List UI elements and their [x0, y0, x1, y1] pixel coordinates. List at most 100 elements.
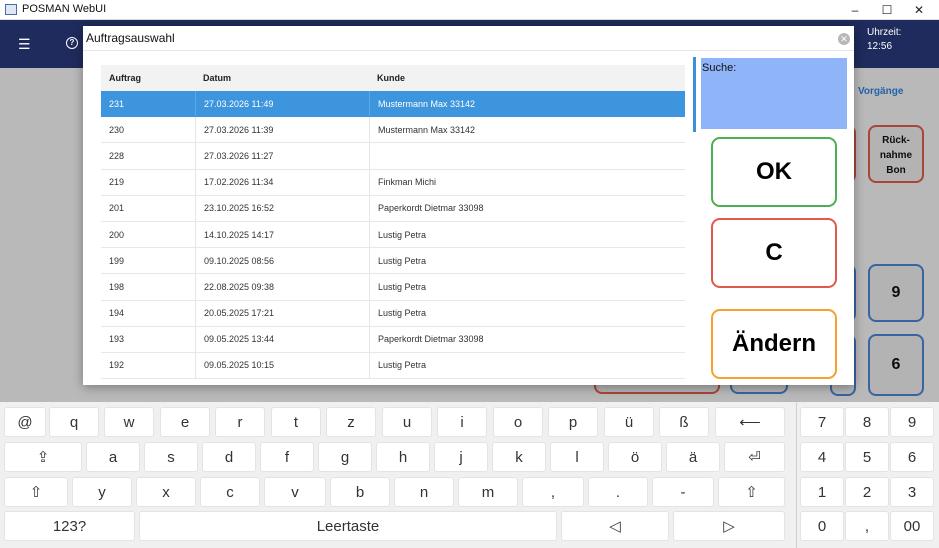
cell-kunde: Paperkordt Dietmar 33098 [369, 326, 484, 352]
key-comma[interactable]: , [522, 477, 584, 507]
cell-auftrag: 228 [109, 150, 125, 161]
cell-datum: 27.03.2026 11:27 [195, 143, 369, 169]
numeric-mode-key[interactable]: 123? [4, 511, 135, 541]
key-c[interactable]: c [200, 477, 260, 507]
numpad-key-6[interactable]: 6 [890, 442, 934, 472]
key-l[interactable]: l [550, 442, 604, 472]
info-icon[interactable]: ? [66, 37, 78, 49]
numpad-key-1[interactable]: 1 [800, 477, 844, 507]
table-row[interactable]: 199 09.10.2025 08:56 Lustig Petra [101, 248, 685, 275]
clear-button[interactable]: C [711, 218, 837, 288]
numpad-key-00[interactable]: 00 [890, 511, 934, 541]
table-row[interactable]: 228 27.03.2026 11:27 [101, 143, 685, 170]
numpad-key-5[interactable]: 5 [845, 442, 889, 472]
backspace-key[interactable]: ⟵ [715, 407, 785, 437]
table-row[interactable]: 230 27.03.2026 11:39 Mustermann Max 33142 [101, 117, 685, 144]
table-row[interactable]: 198 22.08.2025 09:38 Lustig Petra [101, 274, 685, 301]
clock-label: Uhrzeit: [867, 27, 902, 38]
numpad-key-9[interactable]: 9 [890, 407, 934, 437]
edit-button[interactable]: Ändern [711, 309, 837, 379]
cell-auftrag: 219 [109, 177, 125, 188]
key-p[interactable]: p [548, 407, 598, 437]
table-row[interactable]: 194 20.05.2025 17:21 Lustig Petra [101, 300, 685, 327]
numpad-key-0[interactable]: 0 [800, 511, 844, 541]
cell-kunde: Mustermann Max 33142 [369, 91, 475, 117]
column-header-kunde[interactable]: Kunde [377, 65, 405, 91]
key-ae[interactable]: ä [666, 442, 720, 472]
key-oe[interactable]: ö [608, 442, 662, 472]
close-icon[interactable]: ✕ [838, 33, 850, 45]
numpad-key-7[interactable]: 7 [800, 407, 844, 437]
key-h[interactable]: h [376, 442, 430, 472]
cell-datum: 17.02.2026 11:34 [195, 169, 369, 195]
key-t[interactable]: t [271, 407, 321, 437]
key-u[interactable]: u [382, 407, 432, 437]
cursor-right-key[interactable]: ▷ [673, 511, 785, 541]
table-row[interactable]: 231 27.03.2026 11:49 Mustermann Max 33142 [101, 91, 685, 118]
column-header-auftrag[interactable]: Auftrag [109, 65, 141, 91]
key-sz[interactable]: ß [659, 407, 709, 437]
key-m[interactable]: m [458, 477, 518, 507]
key-at[interactable]: @ [4, 407, 46, 437]
key-s[interactable]: s [144, 442, 198, 472]
table-header: Auftrag Datum Kunde [101, 65, 685, 91]
key-i[interactable]: i [437, 407, 487, 437]
key-w[interactable]: w [104, 407, 154, 437]
clock: Uhrzeit: 12:56 [867, 26, 901, 54]
key-q[interactable]: q [49, 407, 99, 437]
cursor-left-key[interactable]: ◁ [561, 511, 669, 541]
menu-icon[interactable]: ☰ [18, 36, 31, 53]
key-a[interactable]: a [86, 442, 140, 472]
space-key[interactable]: Leertaste [139, 511, 557, 541]
numpad-key-4[interactable]: 4 [800, 442, 844, 472]
key-e[interactable]: e [160, 407, 210, 437]
key-o[interactable]: o [493, 407, 543, 437]
caps-lock-key[interactable]: ⇪ [4, 442, 82, 472]
shift-right-key[interactable]: ⇧ [718, 477, 785, 507]
key-j[interactable]: j [434, 442, 488, 472]
cell-datum: 22.08.2025 09:38 [195, 274, 369, 300]
close-window-button[interactable]: ✕ [904, 0, 934, 20]
search-label: Suche: [702, 62, 737, 74]
numpad-key-3[interactable]: 3 [890, 477, 934, 507]
key-minus[interactable]: - [652, 477, 714, 507]
key-k[interactable]: k [492, 442, 546, 472]
key-z[interactable]: z [326, 407, 376, 437]
table-row[interactable]: 201 23.10.2025 16:52 Paperkordt Dietmar 33… [101, 195, 685, 222]
cell-kunde: Paperkordt Dietmar 33098 [369, 195, 484, 221]
cell-auftrag: 194 [109, 308, 125, 319]
cell-kunde: Lustig Petra [369, 352, 426, 379]
cell-kunde: Finkman Michi [369, 169, 436, 195]
key-period[interactable]: . [588, 477, 648, 507]
numpad-key-8[interactable]: 8 [845, 407, 889, 437]
table-row[interactable]: 192 09.05.2025 10:15 Lustig Petra [101, 352, 685, 380]
key-n[interactable]: n [394, 477, 454, 507]
numpad-key-2[interactable]: 2 [845, 477, 889, 507]
table-row[interactable]: 193 09.05.2025 13:44 Paperkordt Dietmar 33… [101, 326, 685, 353]
key-v[interactable]: v [264, 477, 326, 507]
cell-kunde: Lustig Petra [369, 274, 426, 300]
column-header-datum[interactable]: Datum [203, 65, 231, 91]
key-r[interactable]: r [215, 407, 265, 437]
key-f[interactable]: f [260, 442, 314, 472]
key-b[interactable]: b [330, 477, 390, 507]
table-row[interactable]: 219 17.02.2026 11:34 Finkman Michi [101, 169, 685, 196]
ok-button[interactable]: OK [711, 137, 837, 207]
numpad-key-comma[interactable]: , [845, 511, 889, 541]
cell-kunde: Lustig Petra [369, 221, 426, 248]
cell-datum: 14.10.2025 14:17 [195, 221, 369, 248]
key-ue[interactable]: ü [604, 407, 654, 437]
shift-left-key[interactable]: ⇧ [4, 477, 68, 507]
cell-datum: 23.10.2025 16:52 [195, 195, 369, 221]
maximize-button[interactable]: ☐ [872, 0, 902, 20]
key-x[interactable]: x [136, 477, 196, 507]
key-g[interactable]: g [318, 442, 372, 472]
enter-key[interactable]: ⏎ [724, 442, 785, 472]
key-y[interactable]: y [72, 477, 132, 507]
table-row[interactable]: 200 14.10.2025 14:17 Lustig Petra [101, 221, 685, 249]
cell-auftrag: 230 [109, 124, 125, 135]
key-d[interactable]: d [202, 442, 256, 472]
orders-table: Auftrag Datum Kunde 231 27.03.2026 11:49 M… [101, 65, 685, 380]
minimize-button[interactable]: – [840, 0, 870, 20]
search-field[interactable]: Suche: [701, 58, 847, 129]
